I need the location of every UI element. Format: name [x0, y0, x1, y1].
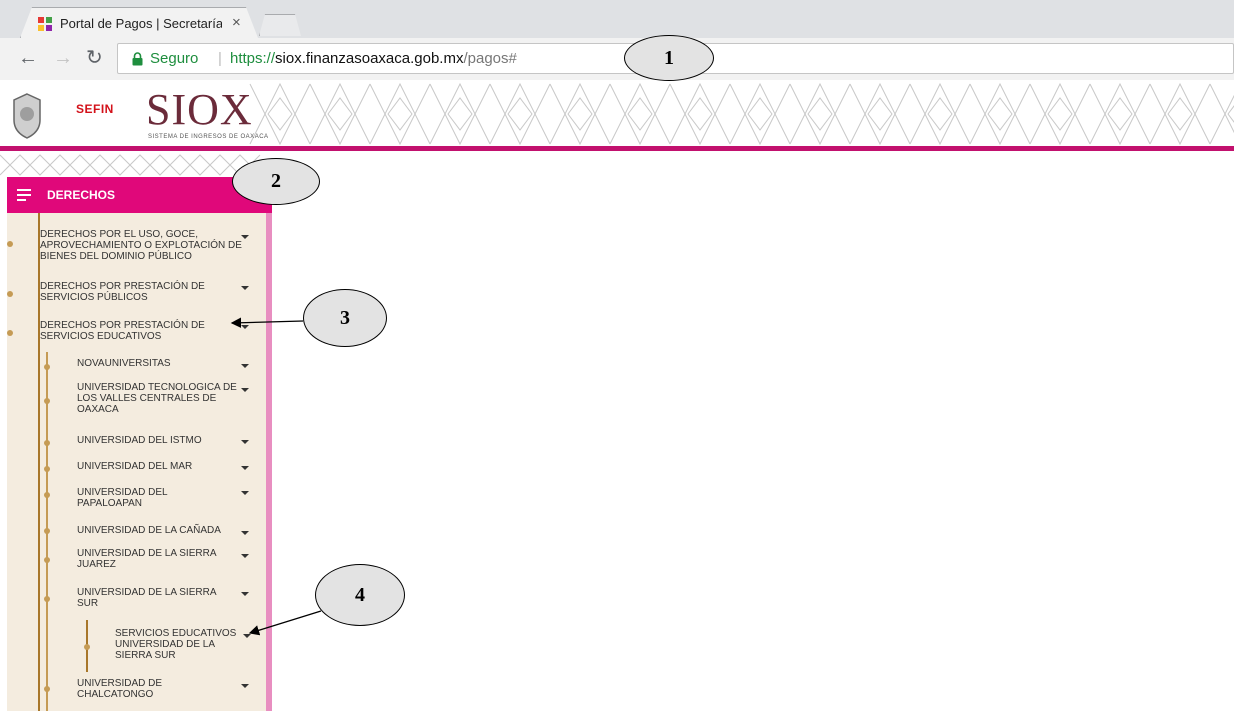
callout-4: 4	[315, 564, 405, 626]
annotation-arrows	[230, 317, 322, 636]
callout-2: 2	[232, 158, 320, 205]
callout-3: 3	[303, 289, 387, 347]
callout-1: 1	[624, 35, 714, 81]
